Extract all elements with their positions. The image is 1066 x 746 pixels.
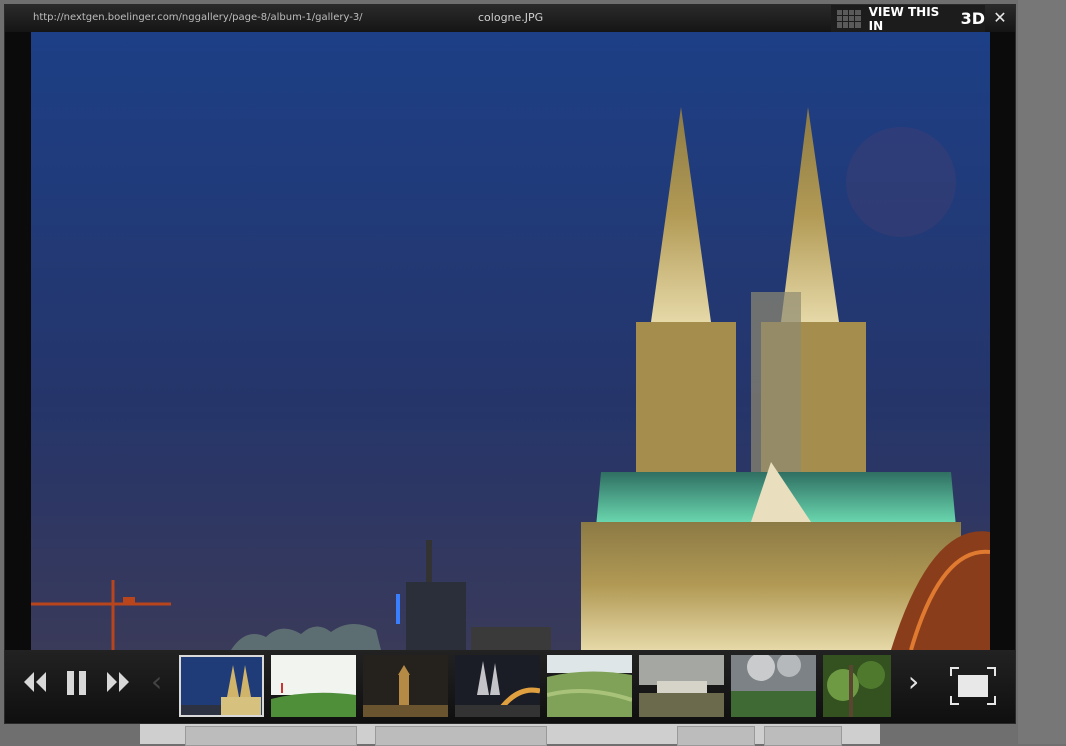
- main-photo: [31, 32, 990, 650]
- background-thumb: [375, 726, 547, 746]
- page-background-right: [1018, 0, 1066, 744]
- thumbnail-strip: [179, 655, 891, 719]
- image-url: http://nextgen.boelinger.com/nggallery/p…: [33, 12, 363, 23]
- viewer-controls: ‹ ›: [5, 650, 1015, 723]
- grid-3d-icon: [837, 9, 861, 28]
- image-filename: cologne.JPG: [478, 11, 544, 24]
- thumbnail-green-field[interactable]: [271, 655, 356, 717]
- thumbnail-palace-gardens[interactable]: [639, 655, 724, 717]
- page-background-strip: [140, 724, 880, 746]
- thumbs-prev-icon[interactable]: ‹: [151, 668, 162, 696]
- view-in-3d-button[interactable]: VIEW THIS IN 3D: [831, 4, 985, 33]
- view-in-3d-suffix: 3D: [960, 9, 985, 28]
- background-thumb: [677, 726, 755, 746]
- thumbs-next-icon[interactable]: ›: [908, 668, 919, 696]
- thumbnail-cloudy-landscape[interactable]: [731, 655, 816, 717]
- fullscreen-icon[interactable]: [949, 666, 997, 710]
- thumbnail-cathedral-dusk[interactable]: [179, 655, 264, 717]
- image-viewer: http://nextgen.boelinger.com/nggallery/p…: [4, 4, 1016, 724]
- viewer-titlebar: http://nextgen.boelinger.com/nggallery/p…: [5, 4, 1015, 33]
- pause-icon[interactable]: [65, 670, 89, 700]
- thumbnail-bridge-cathedral-night[interactable]: [455, 655, 540, 717]
- fast-forward-icon[interactable]: [105, 670, 131, 698]
- thumbnail-forest-plants[interactable]: [823, 655, 891, 717]
- view-in-3d-label: VIEW THIS IN: [868, 4, 940, 33]
- thumbnail-night-town[interactable]: [363, 655, 448, 717]
- background-thumb: [185, 726, 357, 746]
- close-icon[interactable]: ✕: [990, 8, 1010, 28]
- thumbnail-green-hills[interactable]: [547, 655, 632, 717]
- rewind-icon[interactable]: [22, 670, 48, 698]
- background-thumb: [764, 726, 842, 746]
